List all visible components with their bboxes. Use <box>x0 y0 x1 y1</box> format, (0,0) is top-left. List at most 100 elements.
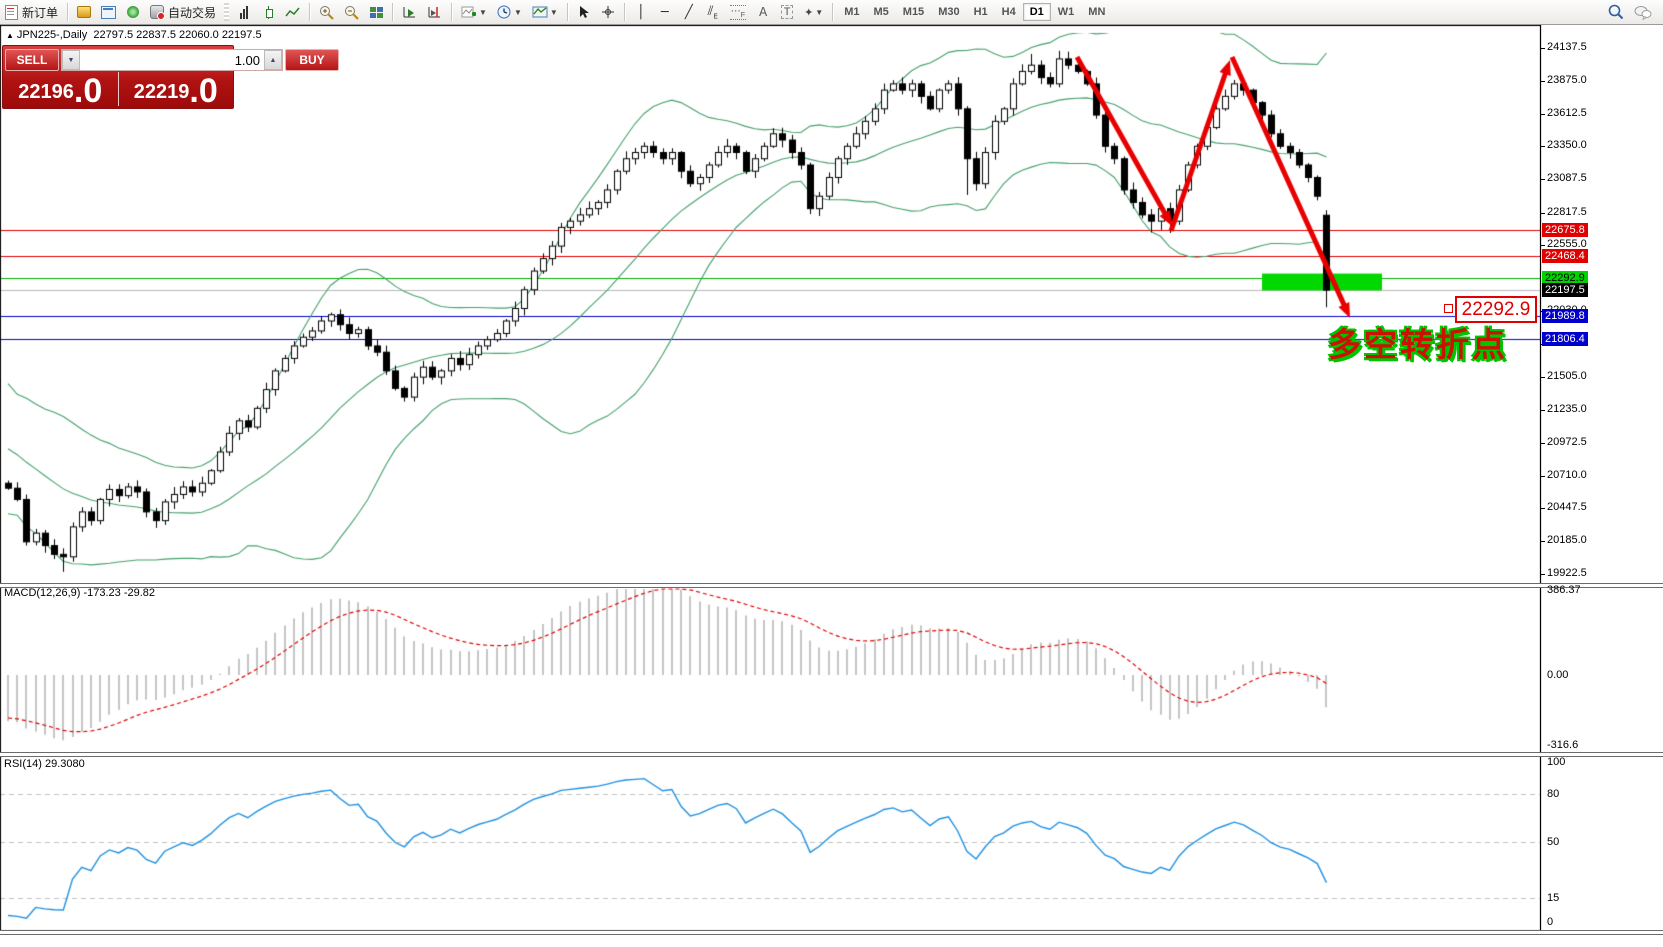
sell-price[interactable]: 22196 .0 <box>3 72 119 106</box>
text-label-button[interactable]: T <box>776 2 798 22</box>
candlestick-icon <box>265 6 272 19</box>
horizontal-line-icon: ─ <box>661 5 669 20</box>
price-axis-tick: 20185.0 <box>1547 534 1587 546</box>
tile-windows-icon <box>370 7 383 18</box>
tab-timeframe-m1[interactable]: M1 <box>837 3 866 21</box>
price-axis-tick: 23350.0 <box>1547 139 1587 151</box>
clock-icon <box>497 5 512 20</box>
macd-axis-tick: 386.37 <box>1547 584 1581 596</box>
periods-button[interactable]: ▼ <box>493 2 526 22</box>
market-depth-button[interactable] <box>73 2 95 22</box>
tab-timeframe-m15[interactable]: M15 <box>896 3 931 21</box>
new-order-label: 新订单 <box>22 4 58 21</box>
new-order-button[interactable]: 新订单 <box>1 2 62 22</box>
auto-scroll-button[interactable] <box>398 2 421 22</box>
toolbar-separator <box>392 3 393 21</box>
autotrading-button[interactable]: 自动交易 <box>146 2 220 22</box>
sell-button[interactable]: SELL <box>5 49 59 71</box>
tile-windows-button[interactable] <box>365 2 387 22</box>
chat-button[interactable] <box>1630 2 1656 22</box>
tab-timeframe-w1[interactable]: W1 <box>1051 3 1082 21</box>
price-level-badge: 22675.8 <box>1542 223 1588 237</box>
crosshair-icon <box>601 5 615 19</box>
price-axis-tick: 21505.0 <box>1547 370 1587 382</box>
fibonacci-icon: ⋯F <box>730 5 746 20</box>
trendline-button[interactable]: ╱ <box>678 2 700 22</box>
price-axis-tick: 24137.5 <box>1547 41 1587 53</box>
rsi-panel-separator[interactable] <box>0 752 1663 757</box>
fibonacci-button[interactable]: ⋯F <box>726 2 750 22</box>
arrows-button[interactable]: ✦ ▼ <box>800 2 827 22</box>
timeframe-group: M1M5M15M30H1H4D1W1MN <box>837 3 1112 21</box>
price-chart-canvas[interactable] <box>0 25 1663 947</box>
macd-panel-separator[interactable] <box>0 583 1663 588</box>
chart-shift-icon <box>427 5 442 19</box>
rsi-axis-tick: 50 <box>1547 836 1559 848</box>
bar-chart-button[interactable] <box>233 2 255 22</box>
text-button[interactable]: A <box>752 2 774 22</box>
volume-decrement-button[interactable]: ▼ <box>62 50 80 70</box>
line-chart-icon <box>285 6 300 19</box>
collapse-panel-icon[interactable]: ▲ <box>6 31 14 40</box>
tab-timeframe-m30[interactable]: M30 <box>931 3 966 21</box>
macd-axis-tick: -316.6 <box>1547 739 1578 751</box>
indicators-button[interactable]: ▼ <box>457 2 491 22</box>
price-axis-tick: 21235.0 <box>1547 403 1587 415</box>
chart-window-icon <box>101 6 116 19</box>
signals-button[interactable] <box>122 2 144 22</box>
dropdown-caret-icon: ▼ <box>815 8 823 17</box>
chat-icon <box>1634 5 1652 20</box>
bar-chart-icon <box>240 6 248 19</box>
horizontal-line-button[interactable]: ─ <box>654 2 676 22</box>
price-axis-tick: 20447.5 <box>1547 501 1587 513</box>
tab-timeframe-d1[interactable]: D1 <box>1023 3 1051 21</box>
vertical-line-button[interactable]: │ <box>630 2 652 22</box>
price-level-badge: 21989.8 <box>1542 309 1588 323</box>
volume-increment-button[interactable]: ▲ <box>264 50 282 70</box>
zoom-out-button[interactable] <box>340 2 363 22</box>
sell-price-decimal: .0 <box>74 78 102 104</box>
tab-timeframe-h1[interactable]: H1 <box>967 3 995 21</box>
buy-price[interactable]: 22219 .0 <box>119 72 234 106</box>
toolbar-separator <box>309 3 310 21</box>
tab-timeframe-h4[interactable]: H4 <box>995 3 1023 21</box>
buy-button[interactable]: BUY <box>285 49 339 71</box>
tab-timeframe-mn[interactable]: MN <box>1081 3 1112 21</box>
zoom-out-icon <box>344 5 359 20</box>
indicators-icon <box>461 5 477 19</box>
crosshair-button[interactable] <box>597 2 619 22</box>
channel-button[interactable]: ⫽E <box>702 2 724 22</box>
candlestick-chart-button[interactable] <box>257 2 279 22</box>
rsi-axis-tick: 0 <box>1547 916 1553 928</box>
callout-anchor-square <box>1444 304 1453 313</box>
templates-button[interactable]: ▼ <box>528 2 562 22</box>
zoom-in-button[interactable] <box>315 2 338 22</box>
tab-timeframe-m5[interactable]: M5 <box>867 3 896 21</box>
market-depth-icon <box>77 6 91 18</box>
one-click-trading-panel: SELL ▼ ▲ BUY 22196 .0 22219 .0 <box>2 45 234 109</box>
price-axis-tick: 22817.5 <box>1547 206 1587 218</box>
price-level-badge: 22197.5 <box>1542 283 1588 297</box>
toolbar-grip <box>224 3 229 21</box>
main-toolbar: 新订单 自动交易 <box>0 0 1663 25</box>
auto-scroll-icon <box>402 5 417 19</box>
templates-icon <box>532 5 548 19</box>
signal-icon <box>127 6 139 18</box>
rsi-indicator-label: RSI(14) 29.3080 <box>4 758 85 770</box>
chart-shift-button[interactable] <box>423 2 446 22</box>
volume-input[interactable] <box>80 50 264 70</box>
cursor-icon <box>578 5 590 19</box>
new-chart-button[interactable] <box>97 2 120 22</box>
ohlc-values: 22797.5 22837.5 22060.0 22197.5 <box>93 29 261 41</box>
price-level-badge: 21806.4 <box>1542 332 1588 346</box>
search-button[interactable] <box>1604 2 1628 22</box>
volume-box: ▼ ▲ <box>61 49 283 71</box>
toolbar-separator <box>67 3 68 21</box>
trading-terminal-window: 新订单 自动交易 <box>0 0 1663 947</box>
cursor-button[interactable] <box>573 2 595 22</box>
toolbar-separator <box>832 3 833 21</box>
line-chart-button[interactable] <box>281 2 304 22</box>
symbol-name: JPN225-,Daily <box>17 29 87 41</box>
turning-point-annotation[interactable]: 多空转折点 <box>1328 318 1508 366</box>
chart-title: ▲JPN225-,Daily 22797.5 22837.5 22060.0 2… <box>6 29 262 41</box>
